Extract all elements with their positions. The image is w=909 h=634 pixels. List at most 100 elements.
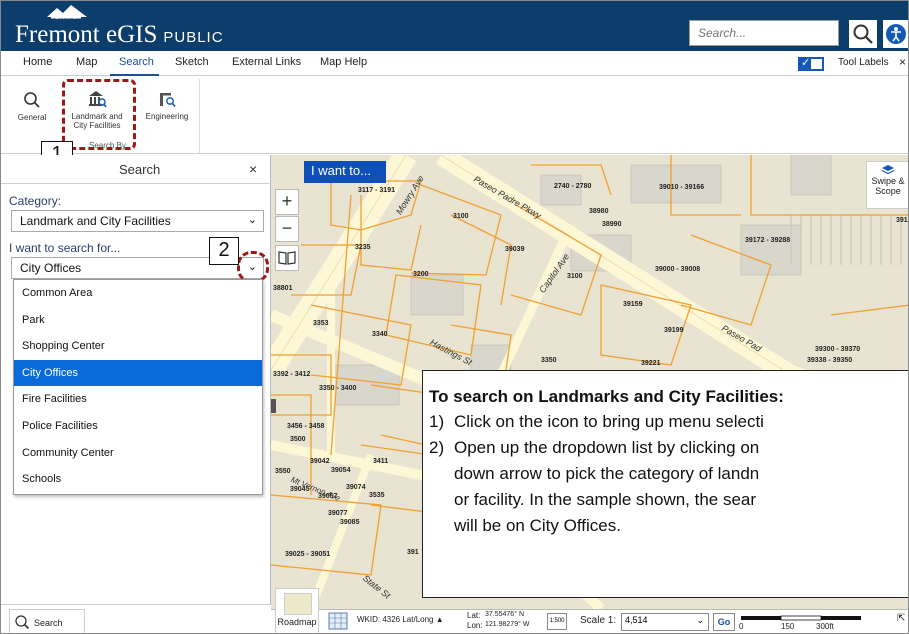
- scale-bar-toggle-icon[interactable]: 1:500: [547, 613, 567, 630]
- dropdown-option[interactable]: Park: [14, 307, 262, 334]
- parcel-label: 3350: [541, 357, 557, 364]
- parcel-label: 3100: [453, 213, 469, 220]
- dropdown-option[interactable]: Shopping Center: [14, 333, 262, 360]
- dropdown-option[interactable]: Fire Facilities: [14, 386, 262, 413]
- search-panel-header: Search ×: [1, 155, 271, 184]
- menu-map-help[interactable]: Map Help: [320, 56, 367, 68]
- swipe-label-1: Swipe &: [871, 176, 905, 186]
- tool-labels-toggle[interactable]: ✓: [798, 57, 824, 71]
- menu-map[interactable]: Map: [76, 56, 97, 68]
- parcel-label: 39000 - 39008: [655, 266, 701, 273]
- scale-go-button[interactable]: Go: [713, 613, 735, 631]
- parcel-label: 2740 - 2780: [554, 183, 592, 190]
- bookmarks-button[interactable]: [275, 245, 299, 271]
- category-select[interactable]: Landmark and City Facilities ⌄: [11, 210, 264, 232]
- parcel-label: 3235: [355, 244, 371, 251]
- search-for-select-value: City Offices: [20, 261, 82, 275]
- general-search-label: General: [17, 113, 47, 122]
- basemap-button[interactable]: Roadmap: [275, 588, 319, 633]
- coordinate-system-icon: [328, 612, 348, 630]
- search-button[interactable]: [849, 20, 877, 48]
- menu-search[interactable]: Search: [119, 56, 154, 68]
- swipe-label-2: Scope: [875, 186, 901, 196]
- search-panel-close-button[interactable]: ×: [249, 161, 257, 177]
- lat-label: Lat:: [467, 611, 481, 620]
- toggle-knob: [811, 59, 822, 69]
- lat-value: 37.55476° N: [485, 611, 524, 618]
- search-icon: [853, 24, 873, 44]
- search-tab-icon: [15, 615, 30, 630]
- parcel-label: 39074: [346, 484, 366, 491]
- parcel-label: 391: [407, 549, 419, 556]
- book-icon: [278, 251, 296, 265]
- step-number: 1): [429, 412, 445, 431]
- search-for-label: I want to search for...: [9, 241, 121, 255]
- logo-public-text: PUBLIC: [163, 29, 224, 46]
- parcel-label: 39025 - 39051: [285, 551, 331, 558]
- parcel-label: 39042: [310, 458, 330, 465]
- step2-marker: 2: [209, 237, 239, 265]
- step-text-cont: or facility. In the sample shown, the se…: [454, 490, 757, 509]
- dropdown-option[interactable]: Police Facilities: [14, 413, 262, 440]
- step-text-cont: down arrow to pick the category of landn: [454, 464, 760, 483]
- parcel-label: 3392 - 3412: [273, 371, 311, 378]
- callout-title: To search on Landmarks and City Faciliti…: [429, 387, 784, 406]
- step-text: Click on the icon to bring up menu selec…: [454, 412, 764, 431]
- callout-step-1: 1) Click on the icon to bring up menu se…: [429, 409, 908, 435]
- chevron-down-icon: ⌄: [696, 615, 704, 625]
- global-search-box[interactable]: [689, 20, 839, 46]
- scale-tick-0: 0: [739, 622, 744, 631]
- engineering-search-button[interactable]: Engineering: [142, 90, 192, 121]
- basemap-thumbnail: [284, 593, 312, 615]
- parcel-label: 3550: [275, 468, 291, 475]
- logo-main-text: Fremont eGIS: [15, 21, 158, 48]
- ribbon-close-button[interactable]: ×: [899, 55, 906, 69]
- parcel-label: 3535: [369, 492, 385, 499]
- general-search-button[interactable]: General: [15, 91, 49, 122]
- search-tab-label: Search: [34, 618, 63, 628]
- expand-arrow-icon[interactable]: ⇱: [897, 613, 905, 624]
- parcel-label: 3350 - 3400: [319, 385, 357, 392]
- global-search-input[interactable]: [690, 21, 838, 45]
- menu-home[interactable]: Home: [23, 56, 52, 68]
- parcel-label: 3117 - 3191: [358, 187, 395, 194]
- instruction-callout: To search on Landmarks and City Faciliti…: [422, 370, 908, 598]
- category-label: Category:: [9, 194, 62, 208]
- wkid-selector[interactable]: WKID: 4326 Lat/Long ▲: [357, 615, 444, 624]
- parcel-label: 39085: [340, 519, 360, 526]
- accessibility-button[interactable]: [883, 20, 908, 48]
- dropdown-option[interactable]: Common Area: [14, 280, 262, 307]
- chevron-down-icon: ⌄: [247, 214, 257, 226]
- zoom-out-button[interactable]: −: [275, 216, 299, 242]
- swipe-scope-button[interactable]: Swipe & Scope: [866, 161, 908, 209]
- dropdown-option[interactable]: Community Center: [14, 440, 262, 467]
- layers-icon: [881, 165, 895, 175]
- parcel-label: 39159: [623, 301, 643, 308]
- magnifier-icon: [24, 92, 40, 108]
- callout-step-2: 2) Open up the dropdown list by clicking…: [429, 435, 908, 461]
- parcel-label: 39010 - 39166: [659, 184, 705, 191]
- lon-label: Lon:: [467, 621, 483, 630]
- step-text-cont: will be on City Offices.: [454, 516, 621, 535]
- parcel-label: 39039: [505, 246, 525, 253]
- panel-splitter-handle[interactable]: [271, 399, 276, 413]
- search-ribbon: [1, 76, 908, 154]
- parcel-label: 3456 - 3458: [287, 423, 325, 430]
- parcel-label: 391: [896, 217, 908, 224]
- app-header: CITY OF Fremont eGIS PUBLIC: [1, 1, 908, 51]
- parcel-label: 39221: [641, 360, 661, 367]
- scale-label: Scale 1:: [580, 615, 617, 626]
- parcel-label: 39338 - 39350: [807, 357, 853, 364]
- menu-external-links[interactable]: External Links: [232, 56, 301, 68]
- dropdown-option-selected[interactable]: City Offices: [14, 359, 262, 387]
- parcel-label: 3200: [413, 271, 429, 278]
- scale-select[interactable]: 4,514 ⌄: [621, 613, 709, 631]
- dropdown-option[interactable]: Schools: [14, 466, 262, 493]
- zoom-in-button[interactable]: +: [275, 189, 299, 215]
- engineering-search-icon: [160, 93, 176, 108]
- search-footer-tab[interactable]: Search: [9, 609, 85, 633]
- scale-tick-300: 300ft: [816, 622, 834, 631]
- i-want-to-button[interactable]: I want to...: [304, 161, 386, 183]
- menu-sketch[interactable]: Sketch: [175, 56, 209, 68]
- engineering-label: Engineering: [145, 112, 189, 121]
